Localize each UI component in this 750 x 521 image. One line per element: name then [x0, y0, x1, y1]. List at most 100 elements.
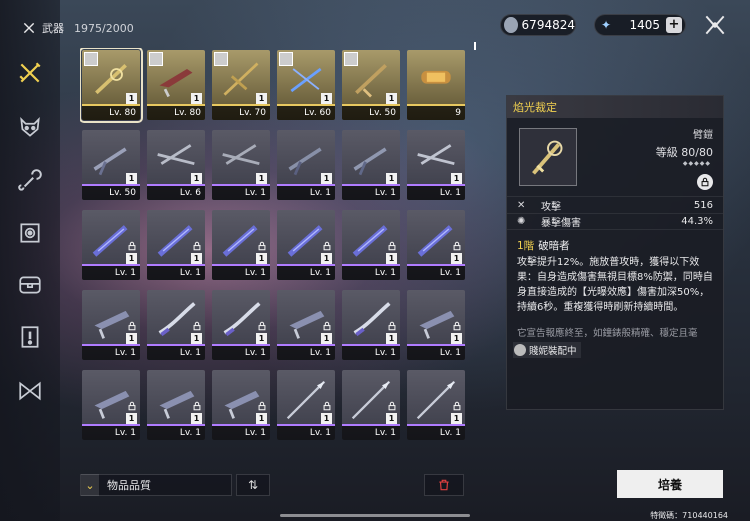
- inventory-count: 1975/2000: [74, 21, 134, 35]
- weapon-level-label: 9: [407, 106, 465, 120]
- sword-cross-icon: ✕: [517, 199, 526, 211]
- weapon-level-label: Lv. 1: [342, 266, 400, 280]
- quantity-badge: 1: [126, 93, 137, 104]
- weapon-cell[interactable]: 1 Lv. 1: [277, 370, 335, 440]
- weapon-cell[interactable]: 1 Lv. 1: [212, 210, 270, 280]
- weapon-detail-panel: 焰光裁定 臂鎧 等級 80/80 ◆◆◆◆◆ ✕ 攻擊 516 ✺ 暴擊傷害 4…: [506, 95, 724, 410]
- weapon-level-label: Lv. 1: [82, 426, 140, 440]
- weapon-cell[interactable]: 1 Lv. 1: [342, 130, 400, 200]
- character-avatar: [214, 52, 228, 66]
- stat-row-attack: ✕ 攻擊 516: [507, 196, 723, 213]
- scrollbar-thumb[interactable]: [474, 42, 476, 50]
- weapon-cell[interactable]: 1 Lv. 1: [407, 130, 465, 200]
- weapon-cell[interactable]: 1 Lv. 80: [80, 48, 143, 123]
- bowtie-icon[interactable]: [15, 376, 45, 406]
- swords-icon[interactable]: [15, 58, 45, 88]
- coin-icon: [504, 17, 518, 33]
- alert-card-icon[interactable]: [15, 322, 45, 352]
- weapon-cell[interactable]: 1 Lv. 1: [277, 130, 335, 200]
- quantity-badge: 1: [191, 93, 202, 104]
- delete-button[interactable]: [424, 474, 464, 496]
- weapon-level-label: Lv. 1: [212, 426, 270, 440]
- weapon-cell[interactable]: 1 Lv. 1: [407, 290, 465, 360]
- quantity-badge: 1: [386, 413, 397, 424]
- lock-icon: [258, 321, 266, 331]
- weapon-cell[interactable]: 1 Lv. 1: [277, 210, 335, 280]
- lock-icon: [258, 401, 266, 411]
- sort-label: 物品品質: [107, 479, 151, 492]
- weapon-level-label: Lv. 1: [212, 186, 270, 200]
- close-icon[interactable]: [702, 12, 728, 38]
- sort-order-button[interactable]: ⇅: [236, 474, 270, 496]
- gear-chip-icon[interactable]: [15, 218, 45, 248]
- page-title: 武器 1975/2000: [22, 18, 134, 38]
- crystal-amount: 1405: [629, 18, 660, 32]
- quantity-badge: 1: [451, 333, 462, 344]
- weapon-cell[interactable]: 1 Lv. 1: [147, 210, 205, 280]
- quantity-badge: 1: [451, 253, 462, 264]
- weapon-cell[interactable]: 1 Lv. 1: [147, 370, 205, 440]
- weapon-cell[interactable]: 1 Lv. 1: [147, 290, 205, 360]
- weapon-cell[interactable]: 1 Lv. 1: [212, 370, 270, 440]
- weapon-level-label: Lv. 1: [212, 266, 270, 280]
- quantity-badge: 1: [256, 253, 267, 264]
- weapon-level-label: Lv. 1: [147, 426, 205, 440]
- lock-icon: [193, 401, 201, 411]
- quantity-badge: 1: [321, 173, 332, 184]
- weapon-level-label: Lv. 1: [407, 266, 465, 280]
- lock-icon: [323, 401, 331, 411]
- weapon-cell[interactable]: 1 Lv. 1: [342, 210, 400, 280]
- crystal-icon: ✦: [600, 18, 612, 32]
- weapon-cell[interactable]: 1 Lv. 1: [277, 290, 335, 360]
- weapon-cell[interactable]: 1 Lv. 1: [407, 370, 465, 440]
- lock-icon: [128, 401, 136, 411]
- lock-icon: [388, 241, 396, 251]
- equipped-label: 賤妮裝配中: [529, 346, 577, 357]
- weapon-cell[interactable]: 1 Lv. 1: [82, 370, 140, 440]
- weapon-level-label: Lv. 1: [147, 266, 205, 280]
- weapon-cell[interactable]: 1 Lv. 1: [212, 130, 270, 200]
- weapon-cell[interactable]: 1 Lv. 1: [342, 370, 400, 440]
- weapon-cell[interactable]: 1 Lv. 70: [212, 50, 270, 120]
- weapon-cell[interactable]: 1 Lv. 80: [147, 50, 205, 120]
- weapon-cell[interactable]: 1 Lv. 6: [147, 130, 205, 200]
- weapon-cell[interactable]: 1 Lv. 60: [277, 50, 335, 120]
- lock-toggle-icon[interactable]: [697, 174, 713, 190]
- weapon-level: 等級 80/80: [655, 146, 713, 159]
- add-crystal-button[interactable]: +: [666, 17, 682, 33]
- weapon-cell[interactable]: 1 Lv. 1: [82, 290, 140, 360]
- rank-stars: ◆◆◆◆◆: [682, 160, 711, 167]
- weapon-level-label: Lv. 1: [407, 186, 465, 200]
- quantity-badge: 1: [256, 333, 267, 344]
- weapon-level-label: Lv. 1: [277, 266, 335, 280]
- quantity-badge: 1: [256, 93, 267, 104]
- quantity-badge: 1: [256, 413, 267, 424]
- weapon-level-label: Lv. 1: [277, 186, 335, 200]
- weapon-cell[interactable]: 1 Lv. 50: [82, 130, 140, 200]
- chest-icon[interactable]: [15, 270, 45, 300]
- lock-icon: [388, 321, 396, 331]
- wrench-icon[interactable]: [15, 166, 45, 196]
- weapon-cell[interactable]: 1 Lv. 1: [212, 290, 270, 360]
- quantity-badge: 1: [386, 253, 397, 264]
- weapon-level-label: Lv. 70: [212, 106, 270, 120]
- weapon-cell[interactable]: 1 Lv. 1: [342, 290, 400, 360]
- demon-mask-icon[interactable]: [15, 112, 45, 142]
- stat-value: 516: [693, 199, 713, 211]
- weapon-level-label: Lv. 6: [147, 186, 205, 200]
- weapon-cell[interactable]: 1 Lv. 1: [407, 210, 465, 280]
- grid-toolbar: ⌄ 物品品質 ⇅: [80, 474, 470, 496]
- weapon-cell[interactable]: 1 Lv. 50: [342, 50, 400, 120]
- stat-value: 44.3%: [681, 216, 713, 227]
- quantity-badge: 1: [126, 333, 137, 344]
- sort-order-icon: ⇅: [247, 478, 259, 492]
- character-avatar: [279, 52, 293, 66]
- sort-dropdown[interactable]: ⌄ 物品品質: [80, 474, 232, 496]
- character-avatar: [84, 52, 98, 66]
- skill-name: 破暗者: [538, 240, 570, 252]
- lock-icon: [323, 241, 331, 251]
- weapon-cell[interactable]: 1 Lv. 1: [82, 210, 140, 280]
- weapon-cell[interactable]: 9: [407, 50, 465, 120]
- upgrade-button[interactable]: 培養: [617, 470, 723, 498]
- character-avatar: [149, 52, 163, 66]
